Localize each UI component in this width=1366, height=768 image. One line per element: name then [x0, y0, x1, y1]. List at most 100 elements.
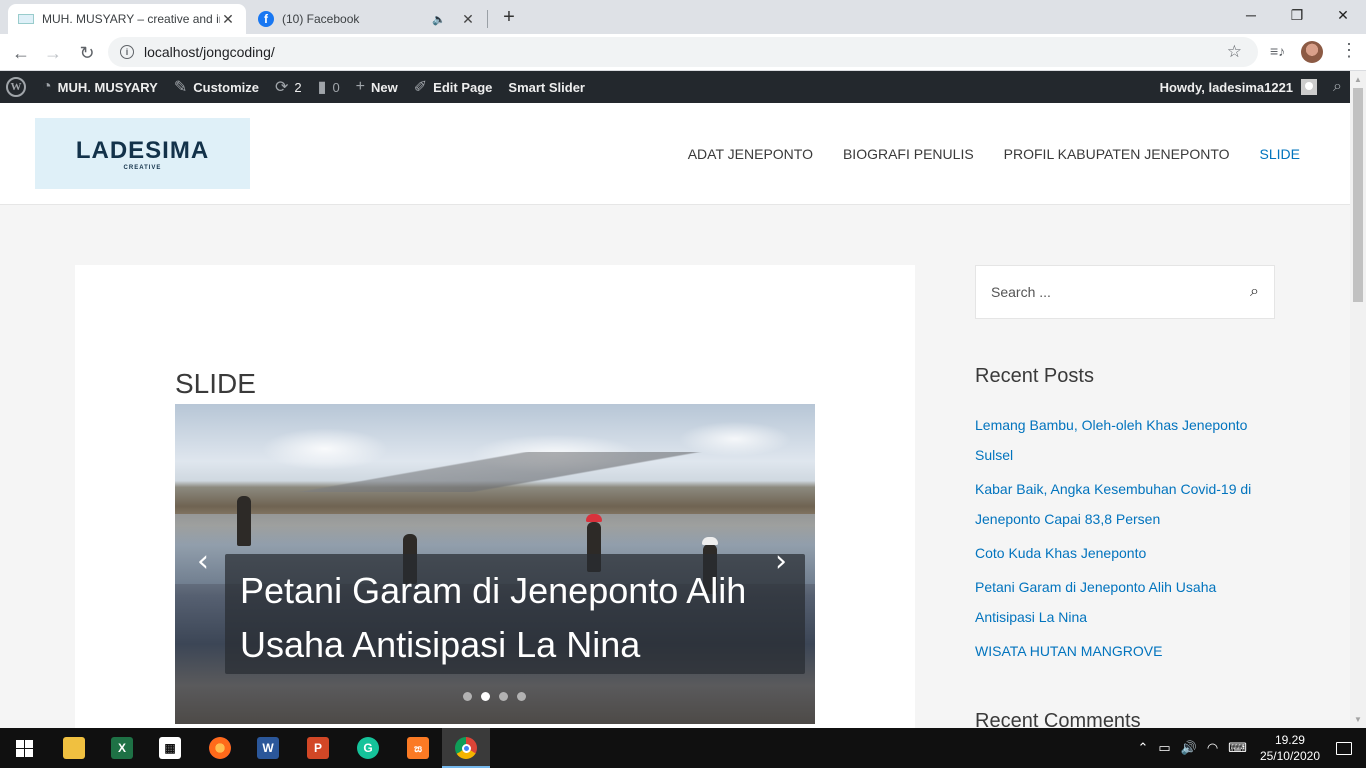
taskbar-word[interactable]: W	[244, 728, 292, 768]
minimize-icon[interactable]: ─	[1228, 0, 1274, 30]
taskbar-store[interactable]: ▦	[146, 728, 194, 768]
slide-figure-hat	[586, 514, 602, 522]
battery-icon[interactable]: ▭	[1158, 740, 1170, 756]
notification-icon[interactable]	[1336, 741, 1352, 755]
slide-caption: Petani Garam di Jeneponto Alih Usaha Ant…	[225, 554, 805, 674]
slide-figure	[237, 496, 251, 546]
logo-subtitle: CREATIVE	[123, 164, 162, 171]
scroll-down-icon[interactable]: ▼	[1354, 715, 1362, 724]
close-window-icon[interactable]: ✕	[1320, 0, 1366, 30]
keyboard-icon[interactable]: ⌨	[1228, 740, 1247, 756]
profile-avatar[interactable]	[1301, 41, 1323, 63]
new-tab-icon[interactable]: +	[498, 6, 520, 29]
site-logo[interactable]: LADESIMA CREATIVE	[35, 118, 250, 189]
grammarly-icon: G	[357, 737, 379, 759]
chevron-up-icon[interactable]: ⌃	[1137, 740, 1148, 756]
back-icon[interactable]: ←	[8, 40, 34, 66]
updates-menu[interactable]: ⟳ 2	[267, 71, 310, 103]
recent-post-link[interactable]: Petani Garam di Jeneponto Alih Usaha Ant…	[975, 572, 1275, 632]
slide-caption-line: Petani Garam di Jeneponto Alih	[240, 570, 747, 611]
speaker-icon[interactable]: 🔈	[432, 13, 446, 26]
slider-dot[interactable]	[499, 692, 508, 701]
customize-menu[interactable]: ✎ Customize	[166, 71, 267, 103]
page-article: SLIDE Petani Garam di Jeneponto Alih Usa…	[75, 265, 915, 735]
restore-icon[interactable]: ❐	[1274, 0, 1320, 30]
page-scrollbar[interactable]: ▲ ▼	[1350, 71, 1366, 728]
account-menu[interactable]: Howdy, ladesima1221	[1152, 71, 1325, 103]
wifi-icon[interactable]: ◠	[1207, 740, 1218, 756]
taskbar-powerpoint[interactable]: P	[294, 728, 342, 768]
recent-post-link[interactable]: WISATA HUTAN MANGROVE	[975, 636, 1275, 666]
site-name-label: MUH. MUSYARY	[57, 79, 158, 95]
slider-prev-arrow-icon[interactable]: ‹	[197, 544, 209, 579]
nav-adat-jeneponto[interactable]: ADAT JENEPONTO	[688, 146, 813, 162]
tab-facebook[interactable]: f (10) Facebook 🔈 ✕	[248, 4, 486, 34]
slide-figure-hat	[702, 537, 718, 545]
taskbar-grammarly[interactable]: G	[344, 728, 392, 768]
media-control-icon[interactable]: ≡♪	[1270, 43, 1285, 59]
close-tab-icon[interactable]: ✕	[220, 11, 236, 28]
nav-slide[interactable]: SLIDE	[1260, 146, 1300, 162]
bookmark-star-icon[interactable]: ☆	[1227, 42, 1242, 62]
system-tray: ⌃ ▭ 🔊 ◠ ⌨ 19.29 25/10/2020	[1132, 728, 1366, 768]
facebook-icon: f	[258, 11, 274, 27]
updates-icon: ⟳	[274, 79, 289, 96]
comment-icon: ▮	[317, 79, 327, 96]
edit-page-menu[interactable]: ✐ Edit Page	[406, 71, 501, 103]
taskbar-excel[interactable]: X	[98, 728, 146, 768]
scroll-up-icon[interactable]: ▲	[1354, 75, 1362, 84]
tab-title: (10) Facebook	[282, 12, 360, 26]
tab-separator	[487, 10, 488, 28]
taskbar-chrome[interactable]	[442, 728, 490, 768]
site-name-menu[interactable]: ◔ MUH. MUSYARY	[34, 71, 166, 103]
reload-icon[interactable]: ↻	[74, 40, 100, 66]
comments-menu[interactable]: ▮ 0	[310, 71, 348, 103]
nav-profil-kabupaten[interactable]: PROFIL KABUPATEN JENEPONTO	[1004, 146, 1230, 162]
slider-dot[interactable]	[517, 692, 526, 701]
slider-dot-active[interactable]	[481, 692, 490, 701]
new-content-menu[interactable]: + New	[348, 71, 406, 103]
slider-dot[interactable]	[463, 692, 472, 701]
chrome-menu-icon[interactable]: ⋮	[1340, 40, 1358, 61]
scrollbar-thumb[interactable]	[1353, 88, 1363, 302]
tab-title: MUH. MUSYARY – creative and in	[42, 12, 220, 26]
updates-count: 2	[294, 79, 302, 95]
slider-next-arrow-icon[interactable]: ›	[775, 544, 787, 579]
search-form[interactable]: Search ... ⌕	[975, 265, 1275, 319]
recent-post-link[interactable]: Kabar Baik, Angka Kesembuhan Covid-19 di…	[975, 474, 1275, 534]
taskbar-clock[interactable]: 19.29 25/10/2020	[1260, 732, 1320, 764]
clock-date: 25/10/2020	[1259, 749, 1320, 763]
recent-posts-title: Recent Posts	[975, 365, 1094, 387]
user-avatar-icon	[1301, 79, 1318, 95]
customize-label: Customize	[193, 79, 259, 95]
howdy-label: Howdy, ladesima1221	[1159, 79, 1294, 95]
taskbar-xampp[interactable]: ಙ	[394, 728, 442, 768]
recent-post-link[interactable]: Coto Kuda Khas Jeneponto	[975, 538, 1275, 568]
clock-time: 19.29	[1274, 733, 1305, 747]
search-icon[interactable]: ⌕	[1250, 283, 1259, 301]
start-button[interactable]	[0, 728, 48, 768]
close-tab-icon[interactable]: ✕	[460, 11, 476, 28]
wp-logo-menu[interactable]: W	[0, 71, 34, 103]
nav-biografi-penulis[interactable]: BIOGRAFI PENULIS	[843, 146, 974, 162]
admin-search[interactable]: ⌕	[1325, 71, 1350, 103]
smart-slider-menu[interactable]: Smart Slider	[500, 71, 593, 103]
taskbar-firefox[interactable]	[196, 728, 244, 768]
forward-icon[interactable]: →	[40, 40, 66, 66]
comments-count: 0	[332, 79, 340, 95]
info-icon[interactable]: i	[120, 45, 134, 59]
slide-image-hills	[175, 452, 815, 492]
edit-page-label: Edit Page	[433, 79, 493, 95]
smart-slider-label: Smart Slider	[508, 79, 585, 95]
url-text: localhost/jongcoding/	[144, 44, 275, 60]
volume-icon[interactable]: 🔊	[1181, 740, 1197, 756]
address-bar[interactable]: i localhost/jongcoding/ ☆	[108, 37, 1258, 67]
slide-caption-line: Usaha Antisipasi La Nina	[240, 624, 641, 665]
page-title: SLIDE	[175, 367, 256, 399]
recent-post-link[interactable]: Lemang Bambu, Oleh-oleh Khas Jeneponto S…	[975, 410, 1275, 470]
dashboard-icon: ◔	[42, 78, 52, 95]
image-slider[interactable]: Petani Garam di Jeneponto Alih Usaha Ant…	[175, 404, 815, 724]
taskbar-file-explorer[interactable]	[50, 728, 98, 768]
search-input[interactable]: Search ...	[991, 284, 1051, 300]
tab-site[interactable]: MUH. MUSYARY – creative and in ✕	[8, 4, 246, 34]
